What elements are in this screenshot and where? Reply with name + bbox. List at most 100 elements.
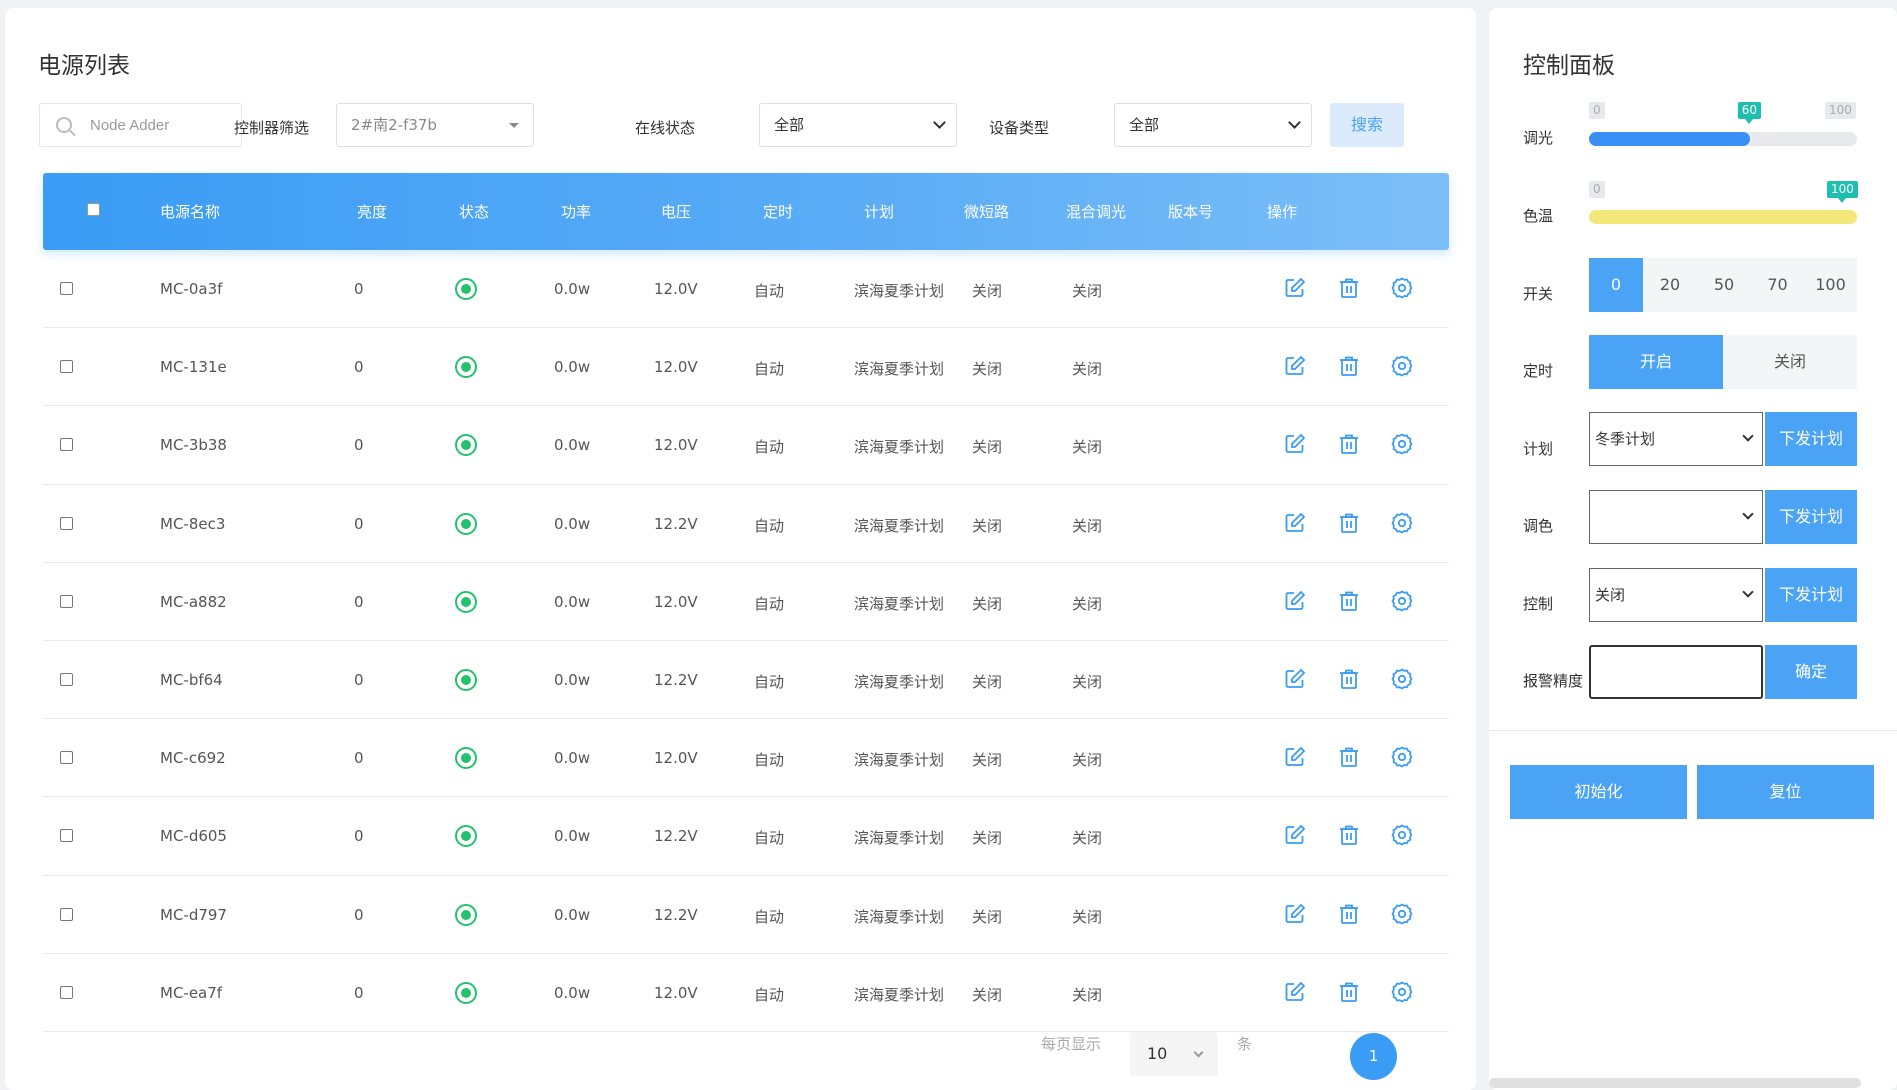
status-online-icon <box>455 356 477 379</box>
switch-option-100[interactable]: 100 <box>1804 258 1857 312</box>
edit-icon[interactable] <box>1283 354 1307 378</box>
cell-short-circuit: 关闭 <box>972 594 1003 613</box>
row-checkbox[interactable] <box>60 360 73 374</box>
cell-short-circuit: 关闭 <box>972 360 1003 379</box>
select-all-checkbox[interactable] <box>87 203 100 216</box>
gear-icon[interactable] <box>1390 745 1414 769</box>
edit-icon[interactable] <box>1283 276 1307 300</box>
dimming-slider[interactable] <box>1589 132 1857 146</box>
per-page-select[interactable]: 10 <box>1130 1032 1218 1076</box>
trash-icon[interactable] <box>1337 354 1361 378</box>
online-status-select[interactable]: 全部 <box>759 103 957 147</box>
switch-option-20[interactable]: 20 <box>1643 258 1697 312</box>
cell-plan: 滨海夏季计划 <box>854 751 945 770</box>
cell-brightness: 0 <box>354 358 364 377</box>
init-button[interactable]: 初始化 <box>1510 765 1687 819</box>
dimming-min: 0 <box>1589 102 1605 119</box>
edit-icon[interactable] <box>1283 589 1307 613</box>
plan-select[interactable]: 冬季计划 <box>1589 412 1763 466</box>
color-issue-button[interactable]: 下发计划 <box>1765 490 1857 544</box>
col-version: 版本号 <box>1168 203 1214 221</box>
trash-icon[interactable] <box>1337 667 1361 691</box>
row-checkbox[interactable] <box>60 907 73 921</box>
trash-icon[interactable] <box>1337 902 1361 926</box>
cell-voltage: 12.2V <box>654 905 698 924</box>
edit-icon[interactable] <box>1283 745 1307 769</box>
trash-icon[interactable] <box>1337 432 1361 456</box>
color-select[interactable] <box>1589 490 1763 544</box>
controller-filter-select[interactable]: 2#南2-f37b <box>336 103 534 147</box>
device-type-select[interactable]: 全部 <box>1114 103 1312 147</box>
cell-brightness: 0 <box>354 749 364 768</box>
switch-option-70[interactable]: 70 <box>1751 258 1804 312</box>
trash-icon[interactable] <box>1337 589 1361 613</box>
plan-issue-button[interactable]: 下发计划 <box>1765 412 1857 466</box>
edit-icon[interactable] <box>1283 511 1307 535</box>
horizontal-scrollbar[interactable] <box>1489 1078 1861 1088</box>
gear-icon[interactable] <box>1390 354 1414 378</box>
row-checkbox[interactable] <box>60 985 73 999</box>
search-input[interactable] <box>90 112 230 138</box>
color-temp-slider[interactable] <box>1589 210 1857 224</box>
control-select[interactable]: 关闭 <box>1589 568 1763 622</box>
table-row: MC-a882 0 0.0w 12.0V 自动 滨海夏季计划 关闭 关闭 <box>43 563 1449 641</box>
status-online-icon <box>455 590 477 613</box>
timer-toggle: 开启 关闭 <box>1589 335 1857 389</box>
cell-mixed-dimming: 关闭 <box>1072 907 1103 926</box>
row-checkbox[interactable] <box>60 282 73 295</box>
edit-icon[interactable] <box>1283 667 1307 691</box>
table-row: MC-d797 0 0.0w 12.2V 自动 滨海夏季计划 关闭 关闭 <box>43 876 1449 954</box>
filter-bar: 控制器筛选 2#南2-f37b 在线状态 全部 设备类型 全部 搜索 <box>39 103 1469 155</box>
trash-icon[interactable] <box>1337 745 1361 769</box>
row-checkbox[interactable] <box>60 594 73 608</box>
row-checkbox[interactable] <box>60 672 73 686</box>
timer-off-button[interactable]: 关闭 <box>1723 335 1857 389</box>
alarm-precision-input[interactable] <box>1589 645 1763 699</box>
cell-mixed-dimming: 关闭 <box>1072 672 1103 691</box>
cell-name: MC-3b38 <box>160 436 227 455</box>
edit-icon[interactable] <box>1283 902 1307 926</box>
cell-mixed-dimming: 关闭 <box>1072 985 1103 1004</box>
edit-icon[interactable] <box>1283 432 1307 456</box>
cell-power: 0.0w <box>554 827 591 846</box>
color-temp-label: 色温 <box>1523 207 1554 225</box>
gear-icon[interactable] <box>1390 902 1414 926</box>
timer-on-button[interactable]: 开启 <box>1589 335 1723 389</box>
gear-icon[interactable] <box>1390 276 1414 300</box>
trash-icon[interactable] <box>1337 823 1361 847</box>
trash-icon[interactable] <box>1337 511 1361 535</box>
control-issue-button[interactable]: 下发计划 <box>1765 568 1857 622</box>
search-box[interactable] <box>39 103 242 147</box>
switch-option-50[interactable]: 50 <box>1697 258 1751 312</box>
gear-icon[interactable] <box>1390 589 1414 613</box>
reset-button[interactable]: 复位 <box>1697 765 1874 819</box>
gear-icon[interactable] <box>1390 667 1414 691</box>
row-checkbox[interactable] <box>60 516 73 530</box>
alarm-confirm-button[interactable]: 确定 <box>1765 645 1857 699</box>
edit-icon[interactable] <box>1283 823 1307 847</box>
plan-row: 冬季计划 下发计划 <box>1589 412 1857 466</box>
dimming-label: 调光 <box>1523 129 1554 147</box>
cell-short-circuit: 关闭 <box>972 438 1003 457</box>
page-button-current[interactable]: 1 <box>1350 1033 1397 1080</box>
gear-icon[interactable] <box>1390 511 1414 535</box>
gear-icon[interactable] <box>1390 432 1414 456</box>
row-checkbox[interactable] <box>60 438 73 452</box>
cell-mixed-dimming: 关闭 <box>1072 829 1103 848</box>
chevron-down-icon <box>933 116 946 129</box>
gear-icon[interactable] <box>1390 980 1414 1004</box>
edit-icon[interactable] <box>1283 980 1307 1004</box>
cell-voltage: 12.0V <box>654 280 698 298</box>
trash-icon[interactable] <box>1337 276 1361 300</box>
trash-icon[interactable] <box>1337 980 1361 1004</box>
row-checkbox[interactable] <box>60 751 73 765</box>
cell-name: MC-d797 <box>160 905 227 924</box>
cell-brightness: 0 <box>354 592 364 611</box>
cell-timer: 自动 <box>754 282 785 300</box>
switch-option-0[interactable]: 0 <box>1589 258 1643 312</box>
row-checkbox[interactable] <box>60 829 73 843</box>
gear-icon[interactable] <box>1390 823 1414 847</box>
col-power: 功率 <box>561 203 592 221</box>
cell-mixed-dimming: 关闭 <box>1072 516 1103 535</box>
search-button[interactable]: 搜索 <box>1330 103 1404 147</box>
